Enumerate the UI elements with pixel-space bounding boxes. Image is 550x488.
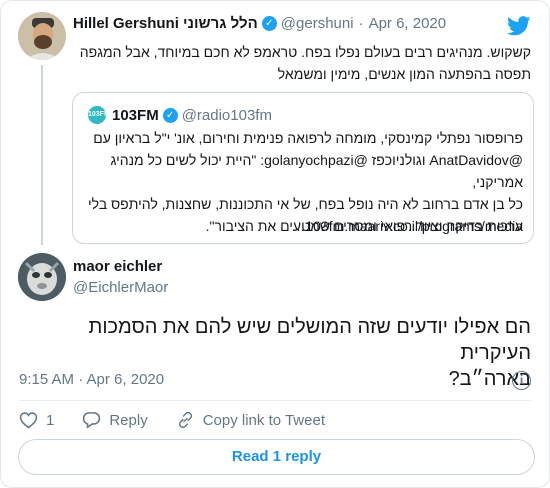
avatar-hillel[interactable] — [18, 12, 66, 60]
reply-button[interactable]: Reply — [82, 411, 148, 429]
link-icon — [178, 411, 192, 429]
reply-icon — [83, 412, 101, 429]
quoted-text-line: פרופסור נפתלי קמינסקי, מומחה לרפואה פנימ… — [93, 130, 523, 146]
like-button[interactable]: 1 — [19, 411, 54, 429]
thread-connector-line — [41, 65, 43, 245]
verified-badge-icon: ✓ — [162, 107, 178, 123]
separator: · — [358, 15, 364, 32]
tweet-actions: 1 Reply Copy link to Tweet — [19, 410, 353, 430]
main-text-line: הם אפילו יודעים שזה המושלים שיש להם את ה… — [88, 316, 531, 364]
copy-link-button[interactable]: Copy link to Tweet — [176, 411, 325, 429]
divider — [19, 400, 531, 401]
info-icon[interactable]: i — [512, 371, 531, 390]
copy-link-label: Copy link to Tweet — [202, 411, 325, 429]
parent-author-row[interactable]: Hillel Gershuni הלל גרשוני ✓ @gershuni ·… — [73, 15, 446, 32]
quoted-text-line: @AnatDavidov וגולניוכפז @golanyochpazi: … — [110, 152, 523, 190]
main-author-name[interactable]: maor eichler — [73, 258, 162, 275]
heart-icon — [19, 412, 38, 429]
parent-author-handle[interactable]: @gershuni — [281, 15, 354, 32]
reply-label: Reply — [109, 411, 148, 429]
parent-tweet-text: קשקוש. מנהיגים רבים בעולם נפלו בפח. טראמ… — [73, 41, 531, 85]
quoted-author-handle: @radio103fm — [181, 106, 272, 124]
avatar-image — [18, 253, 66, 301]
radio103fm-logo-icon: 103FM — [88, 106, 110, 124]
parent-text-line: קשקוש. מנהיגים רבים בעולם נפלו בפח. טראמ… — [79, 44, 531, 60]
like-count: 1 — [46, 411, 55, 429]
read-replies-button[interactable]: Read 1 reply — [18, 439, 535, 475]
quoted-author-name: 103FM — [112, 106, 159, 124]
quoted-author-row: 103FM 103FM ✓ @radio103fm — [88, 106, 272, 124]
parent-author-name[interactable]: Hillel Gershuni הלל גרשוני — [73, 15, 258, 32]
twitter-bird-icon[interactable] — [507, 16, 531, 36]
main-author-handle[interactable]: @EichlerMaor — [73, 279, 168, 296]
quoted-text-line: כל בן אדם ברחוב לא היה נופל בפח, של אי ה… — [87, 196, 523, 212]
parent-text-line: תפסה בהפתעה המון אנשים, מימין ומשמאל — [277, 66, 531, 82]
tweet-timestamp[interactable]: 9:15 AM · Apr 6, 2020 — [19, 371, 164, 388]
quoted-link[interactable]: 103fm.maariv.co.il/programs/media… — [85, 215, 523, 237]
tweet-card: Hillel Gershuni הלל גרשוני ✓ @gershuni ·… — [0, 0, 550, 488]
verified-badge-icon: ✓ — [261, 16, 277, 31]
parent-date[interactable]: Apr 6, 2020 — [369, 15, 447, 32]
avatar-maor[interactable] — [18, 253, 66, 301]
avatar-image — [18, 12, 66, 60]
quoted-tweet[interactable]: 103FM 103FM ✓ @radio103fm פרופסור נפתלי … — [72, 92, 534, 244]
